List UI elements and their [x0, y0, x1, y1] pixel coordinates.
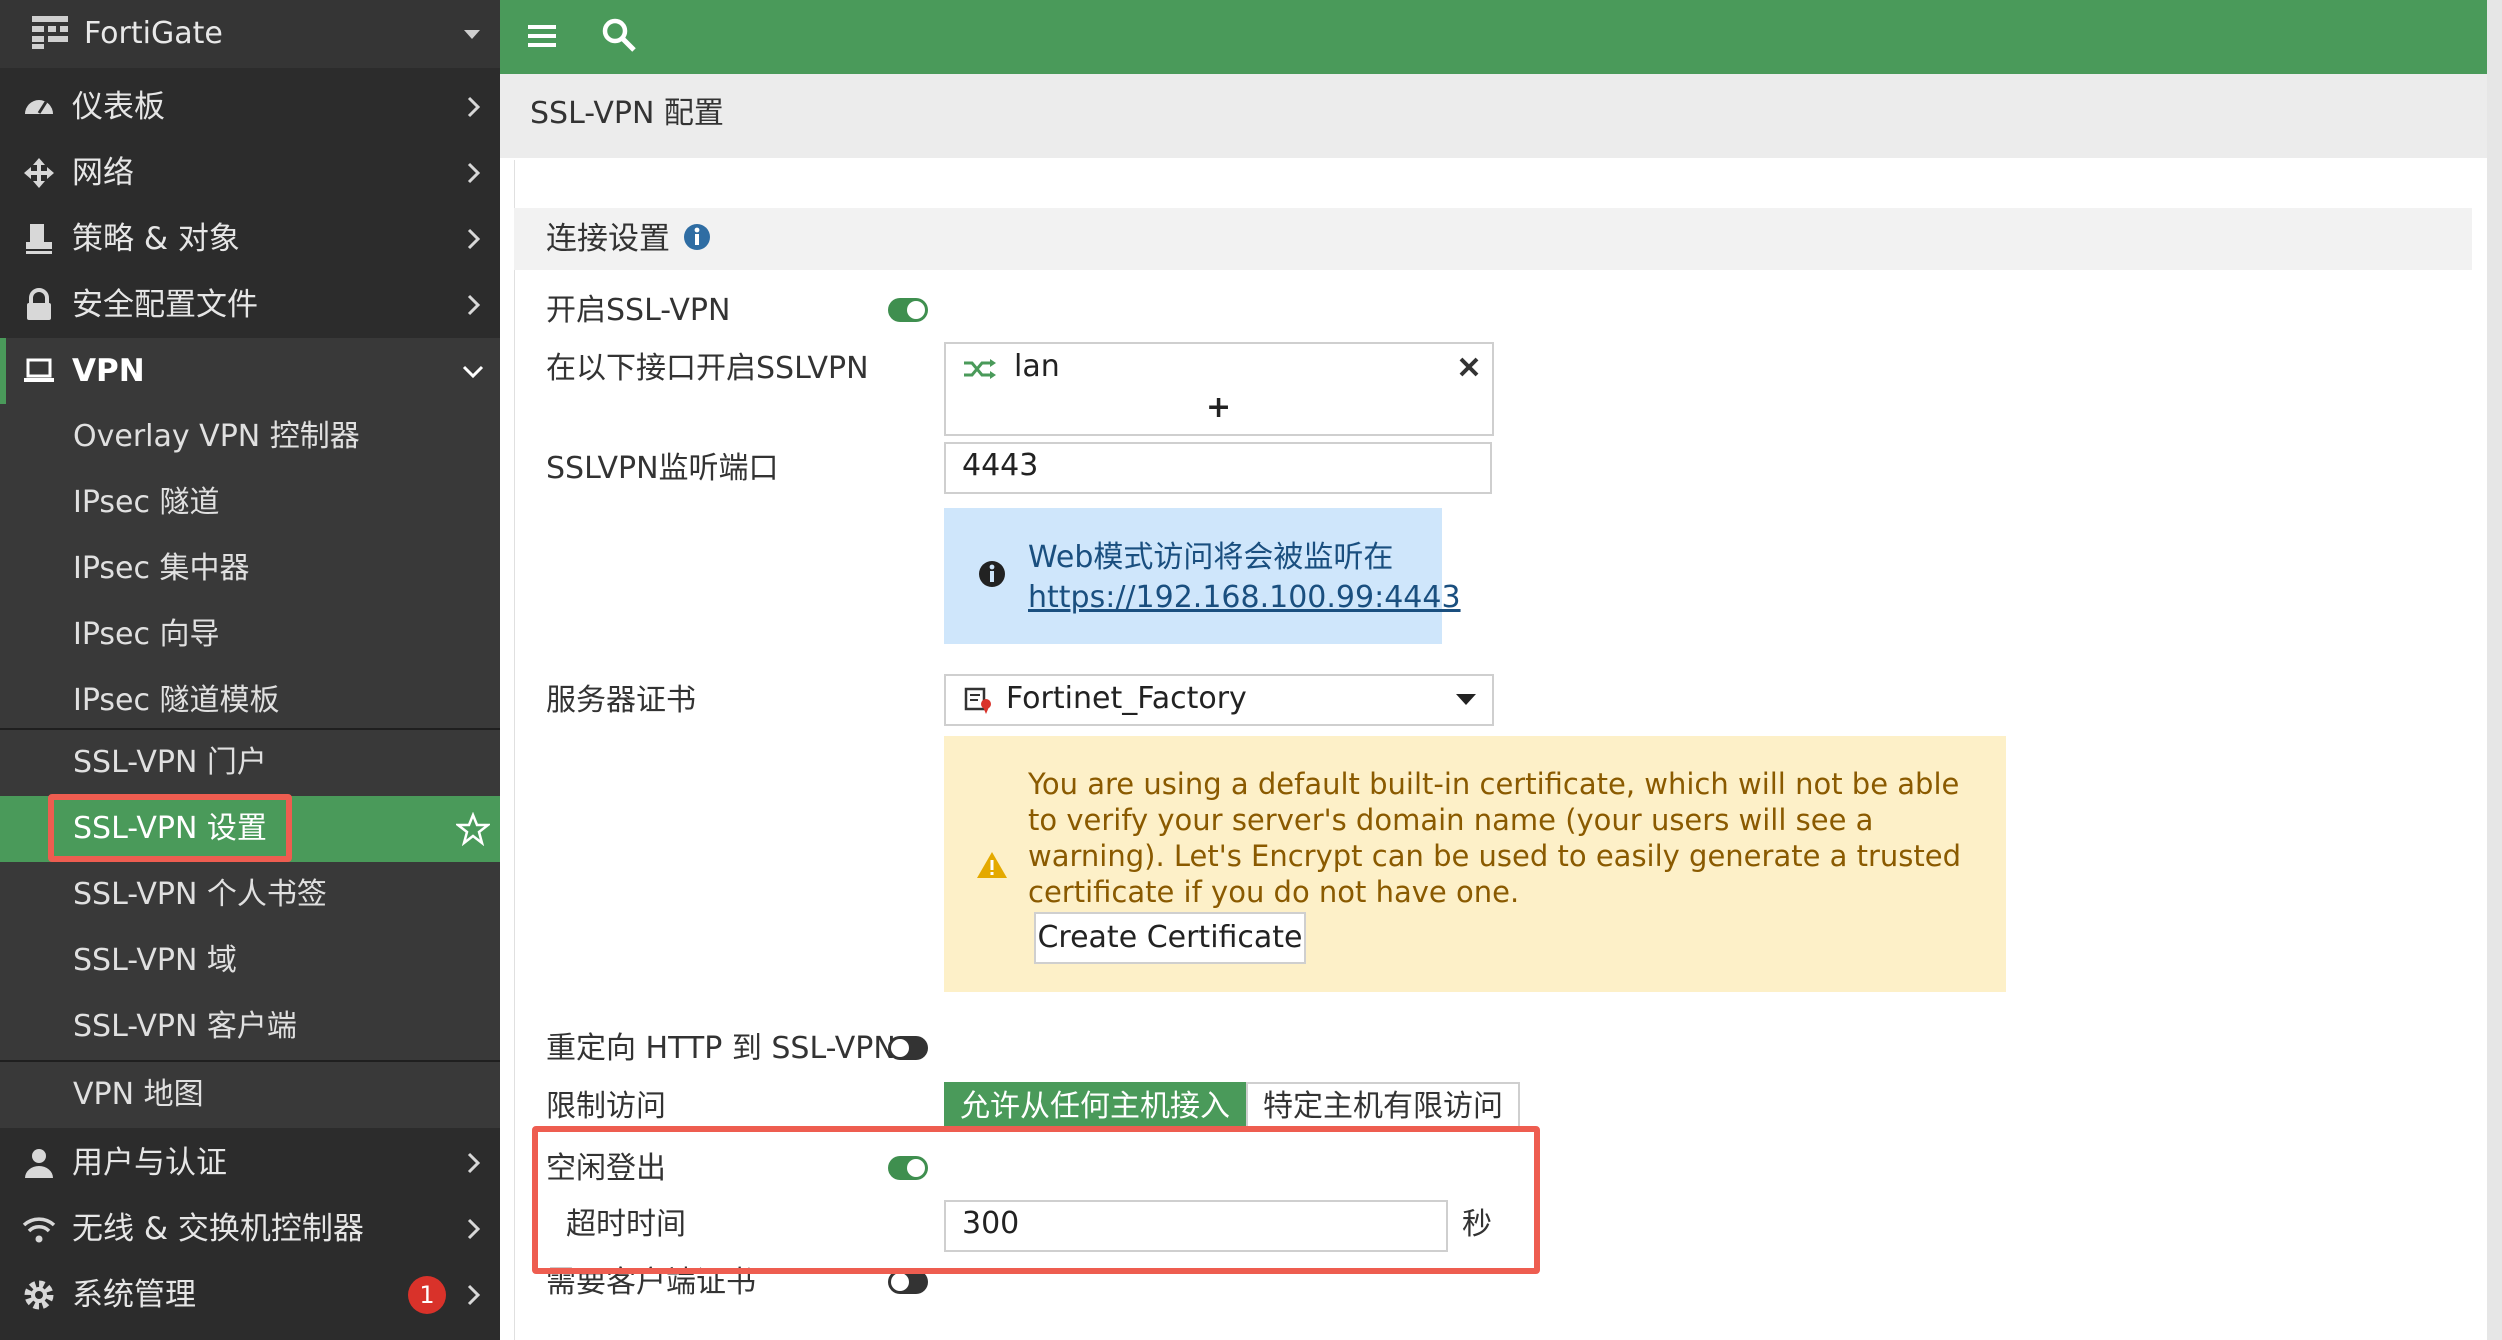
- sidebar-sub-label: Overlay VPN 控制器: [73, 419, 360, 454]
- policy-stamp-icon: [26, 224, 52, 254]
- interface-selector[interactable]: lan +: [944, 342, 1494, 436]
- top-bar: [500, 0, 2487, 74]
- scrollbar[interactable]: [2487, 0, 2502, 1340]
- chevron-right-icon: [467, 162, 481, 184]
- sidebar-sub-label: IPsec 集中器: [73, 551, 250, 586]
- search-icon[interactable]: [600, 16, 638, 54]
- sidebar-item-label: 无线 & 交换机控制器: [72, 1211, 364, 1247]
- logo-header[interactable]: FortiGate: [0, 0, 500, 68]
- web-mode-text: Web模式访问将会被监听在: [1028, 540, 1394, 575]
- chevron-right-icon: [467, 228, 481, 250]
- dropdown-caret-icon: [1456, 694, 1476, 705]
- cert-warning-box: You are using a default built-in certifi…: [944, 736, 2006, 992]
- sidebar-sub-label: SSL-VPN 门户: [73, 745, 267, 780]
- web-mode-info-box: Web模式访问将会被监听在 https://192.168.100.99:444…: [944, 508, 1461, 644]
- sidebar-item-wifi-switch[interactable]: 无线 & 交换机控制器: [0, 1196, 500, 1262]
- sidebar-sub-sslvpn-clients[interactable]: SSL-VPN 客户端: [0, 994, 500, 1060]
- info-circle-icon[interactable]: [682, 222, 712, 252]
- sidebar-sub-label: IPsec 隧道: [73, 485, 220, 520]
- create-certificate-button[interactable]: Create Certificate: [1034, 912, 1306, 964]
- sidebar-sub-sslvpn-portals[interactable]: SSL-VPN 门户: [0, 730, 500, 796]
- caret-down-icon[interactable]: [464, 30, 480, 39]
- sidebar-sub-ipsec-wizard[interactable]: IPsec 向导: [0, 602, 500, 668]
- wifi-icon: [22, 1217, 56, 1243]
- interface-shuffle-icon: [964, 359, 996, 379]
- port-input[interactable]: 4443: [944, 442, 1492, 494]
- web-mode-link[interactable]: https://192.168.100.99:4443: [1028, 578, 1461, 618]
- star-icon[interactable]: [456, 812, 490, 846]
- page-header: SSL-VPN 配置: [500, 74, 2487, 158]
- highlight-box: [48, 794, 292, 862]
- restrict-limited-host-option[interactable]: 特定主机有限访问: [1246, 1082, 1520, 1132]
- sidebar-sub-ipsec-concentrator[interactable]: IPsec 集中器: [0, 536, 500, 602]
- sidebar: FortiGate 仪表板 网络 策略 & 对象 安全配置文件 VPN Over…: [0, 0, 500, 1340]
- sidebar-sub-label: SSL-VPN 个人书签: [73, 877, 327, 912]
- interface-label: 在以下接口开启SSLVPN: [546, 351, 869, 386]
- sidebar-sub-label: IPsec 隧道模板: [73, 683, 280, 718]
- sidebar-sub-sslvpn-realms[interactable]: SSL-VPN 域: [0, 928, 500, 994]
- remove-x-icon[interactable]: [1458, 356, 1480, 378]
- page-title: SSL-VPN 配置: [530, 96, 724, 131]
- chevron-right-icon: [467, 1284, 481, 1306]
- cert-warning-text: You are using a default built-in certifi…: [1028, 767, 1962, 909]
- sidebar-item-label: 网络: [72, 155, 134, 191]
- notification-badge: 1: [408, 1276, 446, 1314]
- sidebar-item-vpn[interactable]: VPN: [0, 338, 500, 404]
- chevron-right-icon: [467, 1152, 481, 1174]
- redirect-http-label: 重定向 HTTP 到 SSL-VPN: [546, 1031, 896, 1066]
- sidebar-sub-label: IPsec 向导: [73, 617, 220, 652]
- sidebar-sub-overlay-vpn[interactable]: Overlay VPN 控制器: [0, 404, 500, 470]
- sidebar-item-label: 用户与认证: [72, 1145, 227, 1181]
- sidebar-sub-sslvpn-bookmarks[interactable]: SSL-VPN 个人书签: [0, 862, 500, 928]
- port-label: SSLVPN监听端口: [546, 451, 779, 486]
- interface-value: lan: [1014, 349, 1060, 384]
- sidebar-item-label: 安全配置文件: [72, 287, 258, 323]
- sidebar-item-dashboard[interactable]: 仪表板: [0, 74, 500, 140]
- sidebar-sub-label: SSL-VPN 客户端: [73, 1009, 297, 1044]
- sidebar-sub-vpn-map[interactable]: VPN 地图: [0, 1062, 500, 1128]
- add-interface-button[interactable]: +: [1206, 390, 1231, 426]
- section-title: 连接设置: [546, 221, 670, 257]
- fortigate-logo-icon: [32, 16, 68, 49]
- dashboard-icon: [25, 100, 53, 114]
- enable-sslvpn-label: 开启SSL-VPN: [546, 293, 731, 328]
- sidebar-item-user-auth[interactable]: 用户与认证: [0, 1130, 500, 1196]
- enable-sslvpn-toggle[interactable]: [888, 298, 928, 322]
- active-indicator: [0, 338, 6, 404]
- server-cert-dropdown[interactable]: Fortinet_Factory: [944, 674, 1494, 726]
- lock-icon: [27, 288, 51, 320]
- chevron-down-icon: [462, 365, 484, 379]
- sidebar-sub-label: VPN 地图: [73, 1077, 204, 1112]
- sidebar-item-label: 仪表板: [72, 89, 165, 125]
- sidebar-item-label: VPN: [72, 353, 145, 389]
- sidebar-item-network[interactable]: 网络: [0, 140, 500, 206]
- chevron-right-icon: [467, 294, 481, 316]
- sidebar-item-label: 策略 & 对象: [72, 221, 240, 257]
- sidebar-item-security-profiles[interactable]: 安全配置文件: [0, 272, 500, 338]
- sidebar-item-policy[interactable]: 策略 & 对象: [0, 206, 500, 272]
- server-cert-value: Fortinet_Factory: [1006, 681, 1247, 716]
- sidebar-sub-ipsec-template[interactable]: IPsec 隧道模板: [0, 668, 500, 734]
- user-icon: [25, 1149, 53, 1178]
- restrict-any-host-option[interactable]: 允许从任何主机接入: [944, 1082, 1246, 1132]
- sidebar-item-label: 系统管理: [72, 1277, 196, 1313]
- network-arrows-icon: [24, 158, 54, 188]
- certificate-icon: [964, 687, 991, 714]
- section-header: 连接设置: [514, 208, 2472, 270]
- hamburger-menu-icon[interactable]: [526, 20, 558, 52]
- server-cert-label: 服务器证书: [546, 683, 696, 718]
- laptop-icon: [24, 358, 54, 382]
- info-circle-icon: [979, 561, 1005, 587]
- sidebar-sub-label: SSL-VPN 域: [73, 943, 237, 978]
- warning-triangle-icon: [977, 852, 1007, 878]
- logo-text: FortiGate: [84, 16, 223, 51]
- sidebar-sub-ipsec-tunnels[interactable]: IPsec 隧道: [0, 470, 500, 536]
- highlight-box: [532, 1126, 1540, 1274]
- gear-icon: [24, 1280, 54, 1310]
- chevron-right-icon: [467, 96, 481, 118]
- redirect-http-toggle[interactable]: [888, 1036, 928, 1060]
- restrict-access-label: 限制访问: [546, 1089, 666, 1124]
- chevron-right-icon: [467, 1218, 481, 1240]
